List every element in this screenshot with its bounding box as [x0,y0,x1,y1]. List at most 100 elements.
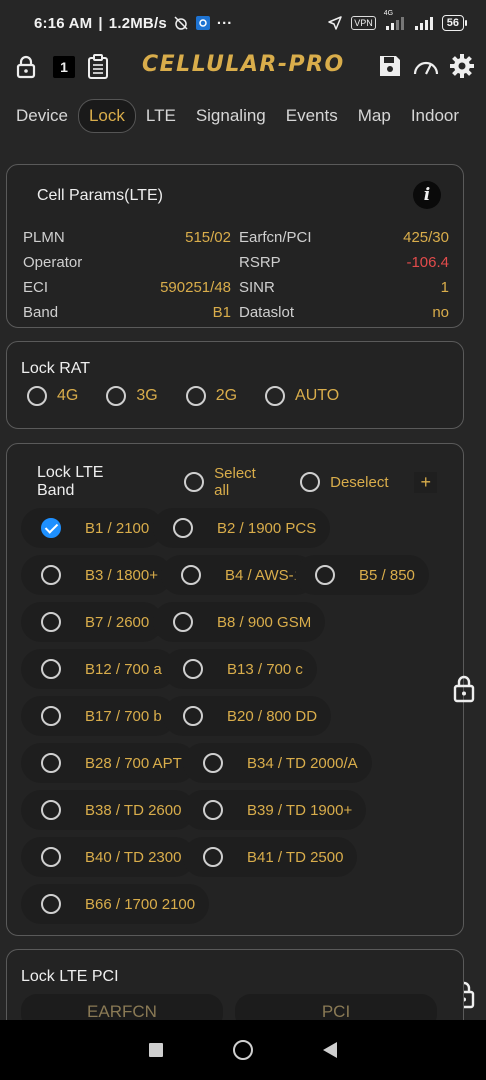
band-chip-b41[interactable]: B41 / TD 2500 [183,837,358,877]
radio-button[interactable] [41,847,61,867]
radio-button[interactable] [106,386,127,406]
radio-button[interactable] [265,386,286,406]
radio-button[interactable] [173,612,193,632]
radio-button[interactable] [41,612,61,632]
tab-map[interactable]: Map [348,100,401,132]
tab-device[interactable]: Device [6,100,78,132]
recents-button[interactable] [149,1043,163,1057]
location-icon [327,15,343,31]
speedometer-icon[interactable] [412,52,440,80]
band-chip-b5[interactable]: B5 / 850 [295,555,429,595]
clipboard-icon[interactable] [84,53,112,81]
app-logo: Cellular-Pro [142,52,345,77]
radio-button[interactable] [41,753,61,773]
tab-events[interactable]: Events [276,100,348,132]
band-header: Lock LTE Band Select all Deselect + [37,464,437,499]
lock-rat-title: Lock RAT [21,360,91,377]
radio-button[interactable] [183,706,203,726]
more-notifications-icon: ··· [216,14,233,32]
plmn-value: 515/02 [185,229,231,246]
radio-button[interactable] [173,518,193,538]
tab-lock[interactable]: Lock [77,99,136,133]
radio-button[interactable] [300,472,321,492]
band-chip-b38[interactable]: B38 / TD 2600 [21,790,196,830]
operator-label: Operator [23,254,83,271]
band-chip-b66[interactable]: B66 / 1700 2100 [21,884,210,924]
lock-icon[interactable] [12,53,40,81]
earfcn-pci-label: Earfcn/PCI [239,229,312,246]
band-chip-b34[interactable]: B34 / TD 2000/A [183,743,372,783]
band-chip-b7[interactable]: B7 / 2600 [21,602,164,642]
add-band-button[interactable]: + [414,471,437,493]
rat-option-2g[interactable]: 2G [185,386,237,406]
radio-button[interactable] [41,706,61,726]
rsrp-value: -106.4 [406,254,449,271]
band-chip-b17[interactable]: B17 / 700 b [21,696,176,736]
app-notification-icon [195,15,211,31]
band-chip-b4[interactable]: B4 / AWS-1 [161,555,316,595]
vpn-icon: VPN [351,16,376,30]
cell-signal-icon: 4G [384,10,406,30]
eci-value: 590251/48 [160,279,231,296]
band-chip-b1[interactable]: B1 / 2100 [21,508,164,548]
rat-option-3g[interactable]: 3G [106,386,158,406]
band-chip-b20[interactable]: B20 / 800 DD [163,696,332,736]
radio-button[interactable] [181,565,201,585]
radio-button[interactable] [41,659,61,679]
battery-icon: 56 [441,15,468,31]
band-label: Band [23,304,59,321]
radio-button[interactable] [41,894,61,914]
dataslot-value: no [432,304,449,321]
radio-button[interactable] [183,659,203,679]
deselect-option[interactable]: Deselect [300,472,388,492]
rat-option-auto[interactable]: AUTO [265,386,339,406]
save-icon[interactable] [376,52,404,80]
band-chip-b39[interactable]: B39 / TD 1900+ [183,790,367,830]
sinr-value: 1 [440,279,449,296]
radio-button[interactable] [184,472,205,492]
band-chip-b8[interactable]: B8 / 900 GSM [153,602,326,642]
band-chip-b13[interactable]: B13 / 700 c [163,649,317,689]
cell-params-title: Cell Params(LTE) [37,187,163,204]
band-chip-b40[interactable]: B40 / TD 2300 [21,837,196,877]
info-icon[interactable]: i [413,181,441,209]
radio-button[interactable] [203,800,223,820]
rat-option-4g[interactable]: 4G [27,386,78,406]
radio-button[interactable] [315,565,335,585]
select-all-option[interactable]: Select all [184,465,274,499]
sim-badge-icon[interactable]: 1 [50,53,78,81]
tab-signaling[interactable]: Signaling [186,100,276,132]
lock-lte-pci-title: Lock LTE PCI [21,968,119,985]
eci-label: ECI [23,279,49,296]
check-icon[interactable] [41,518,61,538]
band-chip-b2[interactable]: B2 / 1900 PCS [153,508,331,548]
plmn-label: PLMN [23,229,65,246]
tab-indoor[interactable]: Indoor [401,100,469,132]
band-chip-b28[interactable]: B28 / 700 APT [21,743,196,783]
back-button[interactable] [323,1042,337,1058]
system-nav-bar [0,1020,486,1080]
rat-options: 4G 3G 2G AUTO [27,386,367,406]
home-button[interactable] [233,1040,253,1060]
cell-params-table: PLMN 515/02 Earfcn/PCI 425/30 Operator RSR… [23,225,449,325]
param-row: Band B1 Dataslot no [23,300,449,325]
band-chip-b12[interactable]: B12 / 700 a [21,649,176,689]
param-row: ECI 590251/48 SINR 1 [23,275,449,300]
radio-button[interactable] [41,565,61,585]
status-separator: | [98,14,103,32]
tab-lte[interactable]: LTE [136,100,186,132]
tab-bar: Device Lock LTE Signaling Events Map Ind… [0,96,486,136]
gear-icon[interactable] [448,52,476,80]
lock-band-icon[interactable] [450,672,478,704]
radio-button[interactable] [203,753,223,773]
band-chip-b3[interactable]: B3 / 1800+ [21,555,172,595]
cell-params-card: Cell Params(LTE) i PLMN 515/02 Earfcn/PCI… [6,164,464,328]
band-value: B1 [212,304,231,321]
radio-button[interactable] [203,847,223,867]
radio-button[interactable] [41,800,61,820]
status-bar: 6:16 AM | 1.2MB/s ··· VPN 4G 56 [0,0,486,46]
radio-button[interactable] [27,386,47,406]
radio-button[interactable] [185,386,206,406]
lock-lte-band-card: Lock LTE Band Select all Deselect + B1 /… [6,443,464,936]
rsrp-label: RSRP [239,254,281,271]
